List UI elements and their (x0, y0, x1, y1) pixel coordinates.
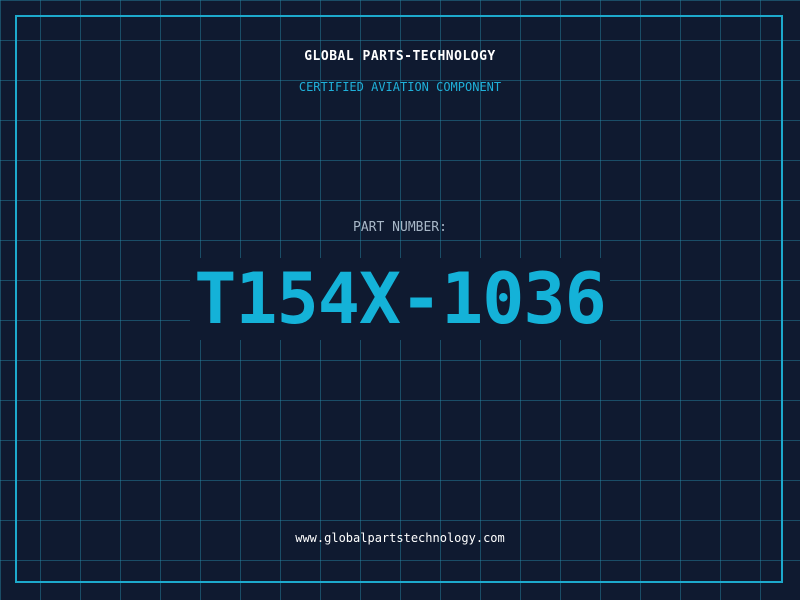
company-name: GLOBAL PARTS-TECHNOLOGY (304, 49, 496, 64)
part-number-value: T154X-1036 (190, 258, 610, 340)
part-number-container: T154X-1036 (0, 258, 800, 340)
part-card: GLOBAL PARTS-TECHNOLOGY CERTIFIED AVIATI… (0, 0, 800, 600)
website-link[interactable]: www.globalpartstechnology.com (0, 531, 800, 545)
certification-tagline: CERTIFIED AVIATION COMPONENT (298, 80, 502, 94)
part-number-label: PART NUMBER: (353, 220, 447, 235)
